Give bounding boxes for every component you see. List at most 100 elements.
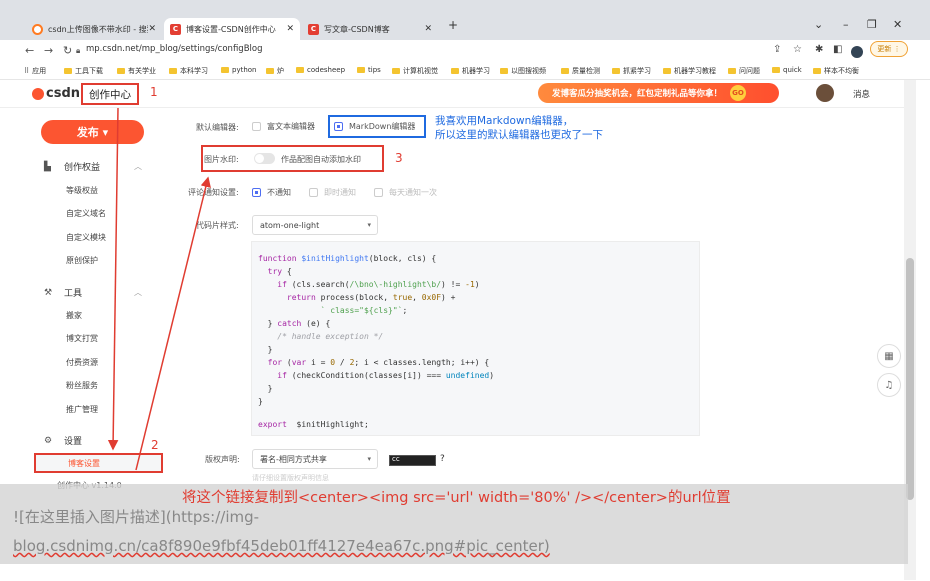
sidepanel-icon[interactable]: ◧: [833, 44, 842, 55]
editor-label: 默认编辑器:: [196, 123, 239, 132]
code-line: } catch (e) {: [258, 319, 331, 328]
bookmark-folder[interactable]: 工具下载: [64, 66, 103, 76]
sidebar-section-settings[interactable]: ⚙ 设置: [44, 434, 82, 448]
bookmark-folder[interactable]: python: [221, 66, 257, 74]
sidebar-item[interactable]: 博文打赏: [66, 333, 98, 344]
address-bar: ← → ↻ 🔒︎ mp.csdn.net/mp_blog/settings/co…: [0, 40, 930, 64]
bookmark-folder[interactable]: 问问题: [728, 66, 760, 76]
code-line: if (cls.search(/\bno\-highlight\b/) != -…: [277, 280, 480, 289]
code-line: }: [258, 384, 273, 393]
editor-note-line1: 我喜欢用Markdown编辑器，: [435, 115, 574, 127]
bookmark-folder[interactable]: 以图搜视频: [500, 66, 546, 76]
folder-icon: [266, 68, 274, 74]
radio-checked-icon: [334, 122, 343, 131]
url-input[interactable]: mp.csdn.net/mp_blog/settings/configBlog: [86, 44, 262, 54]
close-window-icon[interactable]: ✕: [893, 18, 902, 31]
close-tab-icon[interactable]: ✕: [148, 24, 156, 34]
gift-go-icon: GO: [730, 85, 747, 101]
radio-checked-icon: [252, 188, 261, 197]
bookmark-folder[interactable]: 机器学习: [451, 66, 490, 76]
editor-md-radio[interactable]: MarkDown编辑器: [334, 121, 415, 132]
sidebar-item[interactable]: 自定义域名: [66, 208, 106, 219]
notify-none-radio[interactable]: 不通知: [252, 187, 291, 198]
close-tab-icon[interactable]: ✕: [424, 24, 432, 34]
folder-icon: [221, 67, 229, 73]
code-line: /* handle exception */: [277, 332, 384, 341]
copyright-select[interactable]: 署名-相同方式共享 ▾: [252, 449, 378, 469]
notify-instant-radio[interactable]: 即时通知: [309, 187, 356, 198]
sidebar-item[interactable]: 等级权益: [66, 185, 98, 196]
bookmark-apps[interactable]: ⠿ 应用: [24, 66, 46, 76]
bookmark-folder[interactable]: 样本不均衡: [813, 66, 859, 76]
csdn-icon: C: [308, 23, 319, 35]
profile-avatar[interactable]: [851, 46, 863, 58]
sidebar-item[interactable]: 搬家: [66, 310, 82, 321]
code-line: }: [258, 397, 263, 406]
bookmark-folder[interactable]: 计算机视觉: [392, 66, 438, 76]
notify-daily-radio[interactable]: 每天通知一次: [374, 187, 437, 198]
site-header: csdn 创作中心 1 发博客瓜分抽奖机会，红包定制礼品等你拿！ GO 消息: [0, 80, 904, 108]
folder-icon: [772, 67, 780, 73]
tab-write-article[interactable]: C 写文章-CSDN博客 ✕: [302, 18, 438, 40]
sidebar-item[interactable]: 粉丝服务: [66, 380, 98, 391]
sidebar-item[interactable]: 推广管理: [66, 404, 98, 415]
code-line: for (var i = 0 / 2; i < classes.length; …: [267, 358, 490, 367]
extensions-icon[interactable]: ✱: [815, 44, 823, 55]
sidebar-item[interactable]: 自定义模块: [66, 232, 106, 243]
qrcode-icon[interactable]: ▦: [877, 344, 901, 368]
bookmark-folder[interactable]: 机器学习教程: [663, 66, 716, 76]
back-icon[interactable]: ←: [25, 44, 34, 57]
bookmark-folder[interactable]: 有关学业: [117, 66, 156, 76]
sidebar-item[interactable]: 付费资源: [66, 357, 98, 368]
sidebar-item[interactable]: 原创保护: [66, 255, 98, 266]
editor-rich-radio[interactable]: 富文本编辑器: [252, 121, 315, 132]
watermark-toggle[interactable]: [254, 153, 275, 164]
sidebar-section-rights[interactable]: ▙ 创作权益 ︿: [44, 160, 142, 174]
bookmark-folder[interactable]: tips: [357, 66, 381, 74]
copyright-label: 版权声明:: [205, 455, 240, 464]
help-icon[interactable]: ?: [440, 454, 445, 464]
share-icon[interactable]: ⇪: [773, 44, 781, 55]
avatar[interactable]: [816, 84, 834, 102]
code-line: if (checkCondition(classes[i]) === undef…: [277, 371, 495, 380]
folder-icon: [64, 68, 72, 74]
tab-sogou[interactable]: csdn上传图像不带水印 - 搜狗搜 ✕: [26, 18, 162, 40]
markdown-line-1: ![在这里插入图片描述](https://img-: [13, 508, 260, 526]
code-line: export $initHighlight;: [258, 420, 369, 429]
bookmark-folder[interactable]: 质量检测: [561, 66, 600, 76]
restore-icon[interactable]: ❐: [867, 18, 877, 31]
messages-link[interactable]: 消息: [853, 88, 870, 100]
publish-button[interactable]: 发布 ▾: [41, 120, 144, 144]
update-button[interactable]: 更新 ⋮: [870, 41, 908, 57]
bookmark-star-icon[interactable]: ☆: [793, 44, 802, 55]
bookmark-folder[interactable]: quick: [772, 66, 802, 74]
chevron-down-icon: ▾: [367, 455, 371, 463]
radio-unchecked-icon: [309, 188, 318, 197]
sidebar-section-tools[interactable]: ⚒ 工具 ︿: [44, 286, 142, 300]
folder-icon: [117, 68, 125, 74]
new-tab-button[interactable]: +: [448, 18, 458, 32]
creation-center-link[interactable]: 创作中心: [81, 83, 139, 105]
tab-search-icon[interactable]: ⌄: [814, 18, 823, 31]
close-tab-icon[interactable]: ✕: [286, 24, 294, 34]
headset-icon[interactable]: ♫: [877, 373, 901, 397]
folder-icon: [451, 68, 459, 74]
chevron-down-icon: ▾: [367, 221, 371, 229]
rights-chart-icon: ▙: [44, 161, 51, 172]
forward-icon[interactable]: →: [44, 44, 53, 57]
promo-banner[interactable]: 发博客瓜分抽奖机会，红包定制礼品等你拿！ GO: [538, 83, 779, 103]
bookmark-folder[interactable]: 炉: [266, 66, 284, 76]
folder-icon: [500, 68, 508, 74]
code-line: ` class="${cls}"`;: [320, 306, 408, 315]
reload-icon[interactable]: ↻: [63, 44, 72, 57]
folder-icon: [663, 68, 671, 74]
bookmark-folder[interactable]: 抓紧学习: [612, 66, 651, 76]
csdn-logo[interactable]: csdn: [32, 86, 80, 101]
minimize-icon[interactable]: –: [843, 18, 849, 31]
bookmark-folder[interactable]: codesheep: [296, 66, 345, 74]
sidebar-item-blog-settings[interactable]: 博客设置: [34, 453, 163, 473]
code-style-select[interactable]: atom-one-light ▾: [252, 215, 378, 235]
scrollbar-thumb[interactable]: [906, 258, 914, 500]
tab-blog-settings[interactable]: C 博客设置-CSDN创作中心 ✕: [164, 18, 300, 40]
bookmark-folder[interactable]: 本科学习: [169, 66, 208, 76]
